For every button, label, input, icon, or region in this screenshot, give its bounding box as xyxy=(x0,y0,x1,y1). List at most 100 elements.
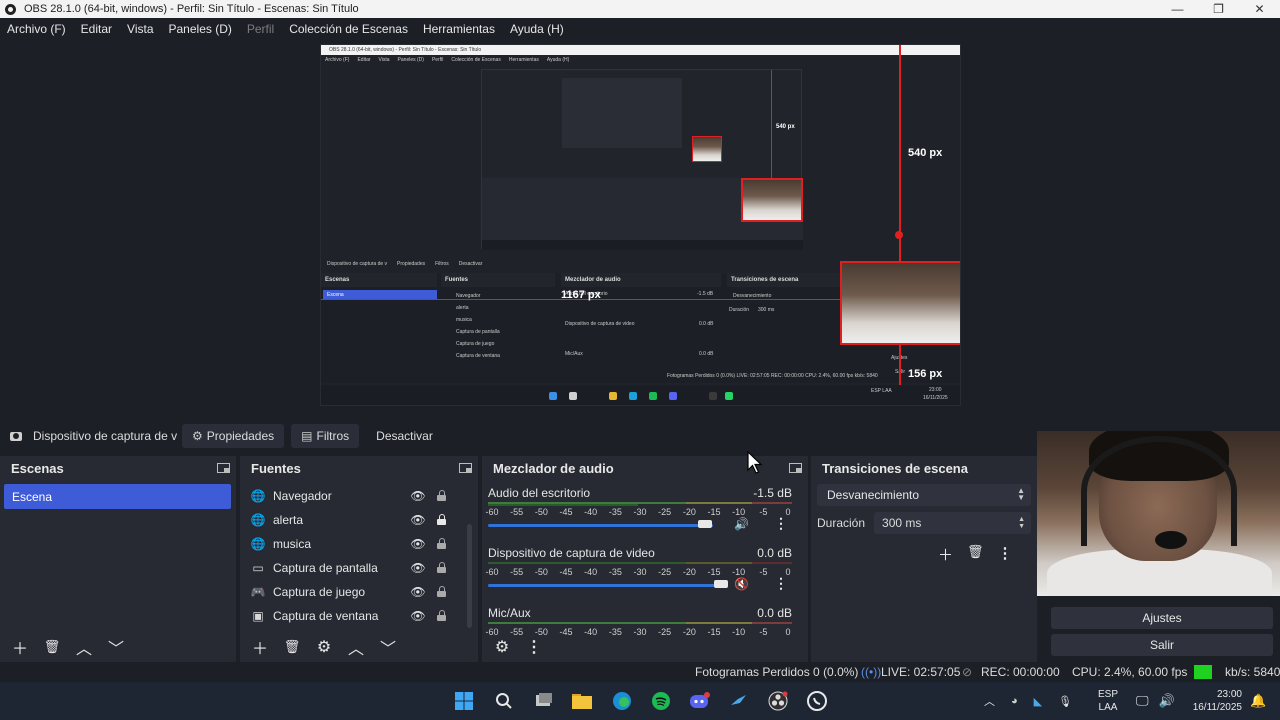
menu-paneles[interactable]: Paneles (D) xyxy=(169,22,232,36)
meter-tick-label: -25 xyxy=(658,507,672,517)
volume-slider-fill[interactable] xyxy=(488,524,713,527)
remove-scene-button[interactable]: 🗑 xyxy=(38,635,66,659)
source-name: musica xyxy=(273,537,312,551)
steam-tray-icon[interactable]: ◣ xyxy=(1034,695,1042,708)
channel-name: Dispositivo de captura de video xyxy=(488,546,655,560)
channel-menu-icon[interactable]: ⋮ xyxy=(774,575,788,592)
close-button[interactable]: ✕ xyxy=(1239,0,1280,18)
menu-coleccion-escenas[interactable]: Colección de Escenas xyxy=(289,22,408,36)
volume-slider-knob[interactable] xyxy=(714,580,728,588)
nested-lang: ESP LAA xyxy=(871,388,892,394)
tray-overflow-icon[interactable]: ︿ xyxy=(984,693,995,709)
menu-editar[interactable]: Editar xyxy=(81,22,112,36)
meter-ticks: -60 -55 -50 -45 -40 -35 -30 -25 -20 -15 -10 -5 0 xyxy=(485,567,792,577)
move-source-down-button[interactable]: ﹀ xyxy=(374,635,402,659)
duration-spinbox[interactable]: 300 ms ▲ ▼ xyxy=(874,512,1031,534)
visibility-eye-icon[interactable]: 👁 xyxy=(410,609,425,623)
search-icon[interactable] xyxy=(493,690,515,712)
filters-button[interactable]: ▤ Filtros xyxy=(291,424,360,448)
menu-vista[interactable]: Vista xyxy=(127,22,153,36)
spotify-icon[interactable] xyxy=(650,690,672,712)
lock-icon[interactable] xyxy=(437,610,446,621)
menu-ayuda[interactable]: Ayuda (H) xyxy=(510,22,564,36)
clock[interactable]: 23:00 16/11/2025 xyxy=(1186,688,1242,714)
volume-slider-knob[interactable] xyxy=(698,520,712,528)
visibility-eye-icon[interactable]: 👁 xyxy=(410,489,425,503)
nested-height-label: 540 px xyxy=(776,124,795,130)
steam-icon[interactable] xyxy=(728,690,750,712)
nested-duration-label: Duración xyxy=(729,307,750,313)
discord-icon[interactable] xyxy=(689,690,711,712)
settings-button[interactable]: Ajustes xyxy=(1051,607,1273,629)
source-item-captura-ventana[interactable]: ▣ Captura de ventana 👁 xyxy=(240,604,478,628)
volume-icon[interactable]: 🔊 xyxy=(1159,693,1175,709)
source-properties-gear-icon[interactable]: ⚙ xyxy=(310,635,338,659)
windows-start-icon[interactable] xyxy=(453,690,475,712)
width-label: 1167 px xyxy=(561,289,601,301)
task-view-icon[interactable] xyxy=(533,690,555,712)
meter-tick-label: -15 xyxy=(707,507,721,517)
edge-icon[interactable] xyxy=(611,690,633,712)
lock-icon[interactable] xyxy=(437,562,446,573)
speaker-muted-icon[interactable]: 🔇 xyxy=(734,577,749,591)
spin-arrows-icon[interactable]: ▲ ▼ xyxy=(1018,516,1025,530)
transition-select[interactable]: Desvanecimiento ▲ ▼ xyxy=(817,484,1031,506)
advanced-audio-gear-icon[interactable]: ⚙ xyxy=(488,635,516,659)
window-icon: ▣ xyxy=(252,609,264,623)
channel-menu-icon[interactable]: ⋮ xyxy=(774,515,788,532)
visibility-eye-icon[interactable]: 👁 xyxy=(410,537,425,551)
whatsapp-icon[interactable] xyxy=(806,690,828,712)
network-icon[interactable]: 🖵 xyxy=(1136,693,1149,709)
guide-line-vertical xyxy=(899,45,901,261)
add-transition-button[interactable]: ＋ xyxy=(938,544,953,565)
volume-slider-fill[interactable] xyxy=(488,584,722,587)
remove-transition-button[interactable]: 🗑 xyxy=(967,544,984,565)
rec-time: REC: 00:00:00 xyxy=(981,665,1060,679)
menu-archivo[interactable]: Archivo (F) xyxy=(7,22,66,36)
visibility-eye-icon[interactable]: 👁 xyxy=(410,513,425,527)
source-item-captura-juego[interactable]: 🎮 Captura de juego 👁 xyxy=(240,580,478,604)
move-source-up-button[interactable]: ︿ xyxy=(342,635,370,659)
lock-icon[interactable] xyxy=(437,490,446,501)
preview-canvas[interactable]: OBS 28.1.0 (64-bit, windows) - Perfil: S… xyxy=(320,44,961,406)
lock-icon[interactable] xyxy=(437,586,446,597)
transition-menu-icon[interactable]: ⋮ xyxy=(998,544,1013,565)
undock-icon[interactable] xyxy=(789,463,802,473)
lock-icon[interactable] xyxy=(437,514,446,525)
notifications-icon[interactable]: 🔔 xyxy=(1250,693,1266,709)
discord-tray-icon[interactable]: ◕ xyxy=(1011,695,1018,707)
menu-herramientas[interactable]: Herramientas xyxy=(423,22,495,36)
source-item-alerta[interactable]: 🌐 alerta 👁 xyxy=(240,508,478,532)
undock-icon[interactable] xyxy=(459,463,472,473)
properties-button[interactable]: ⚙ Propiedades xyxy=(182,424,285,448)
nested-taskbar: ESP LAA 23:00 16/11/2025 xyxy=(321,385,960,405)
preview-area[interactable]: OBS 28.1.0 (64-bit, windows) - Perfil: S… xyxy=(0,40,1280,412)
scene-item[interactable]: Escena xyxy=(4,484,231,509)
move-scene-down-button[interactable]: ﹀ xyxy=(102,635,130,659)
source-item-navegador[interactable]: 🌐 Navegador 👁 xyxy=(240,484,478,508)
deactivate-button[interactable]: Desactivar xyxy=(366,424,443,448)
source-item-musica[interactable]: 🌐 musica 👁 xyxy=(240,532,478,556)
add-scene-button[interactable]: ＋ xyxy=(6,635,34,659)
undock-icon[interactable] xyxy=(217,463,230,473)
source-item-captura-pantalla[interactable]: ▭ Captura de pantalla 👁 xyxy=(240,556,478,580)
obs-icon[interactable] xyxy=(767,690,789,712)
lock-icon[interactable] xyxy=(437,538,446,549)
exit-button[interactable]: Salir xyxy=(1051,634,1273,656)
sources-scrollbar[interactable] xyxy=(467,524,472,628)
remove-source-button[interactable]: 🗑 xyxy=(278,635,306,659)
maximize-button[interactable]: ❐ xyxy=(1198,0,1239,18)
visibility-eye-icon[interactable]: 👁 xyxy=(410,585,425,599)
file-explorer-icon[interactable] xyxy=(571,690,593,712)
microphone-icon[interactable]: 🎙 xyxy=(1058,695,1072,708)
visibility-eye-icon[interactable]: 👁 xyxy=(410,561,425,575)
height-label: 540 px xyxy=(908,147,943,159)
minimize-button[interactable]: — xyxy=(1157,0,1198,18)
network-volume-tray[interactable]: 🖵 🔊 xyxy=(1136,682,1175,720)
move-scene-up-button[interactable]: ︿ xyxy=(70,635,98,659)
globe-icon: 🌐 xyxy=(250,513,266,527)
add-source-button[interactable]: ＋ xyxy=(246,635,274,659)
language-indicator[interactable]: ESP LAA xyxy=(1098,688,1118,714)
mixer-menu-icon[interactable]: ⋮ xyxy=(520,635,548,659)
speaker-icon[interactable]: 🔊 xyxy=(734,517,749,531)
